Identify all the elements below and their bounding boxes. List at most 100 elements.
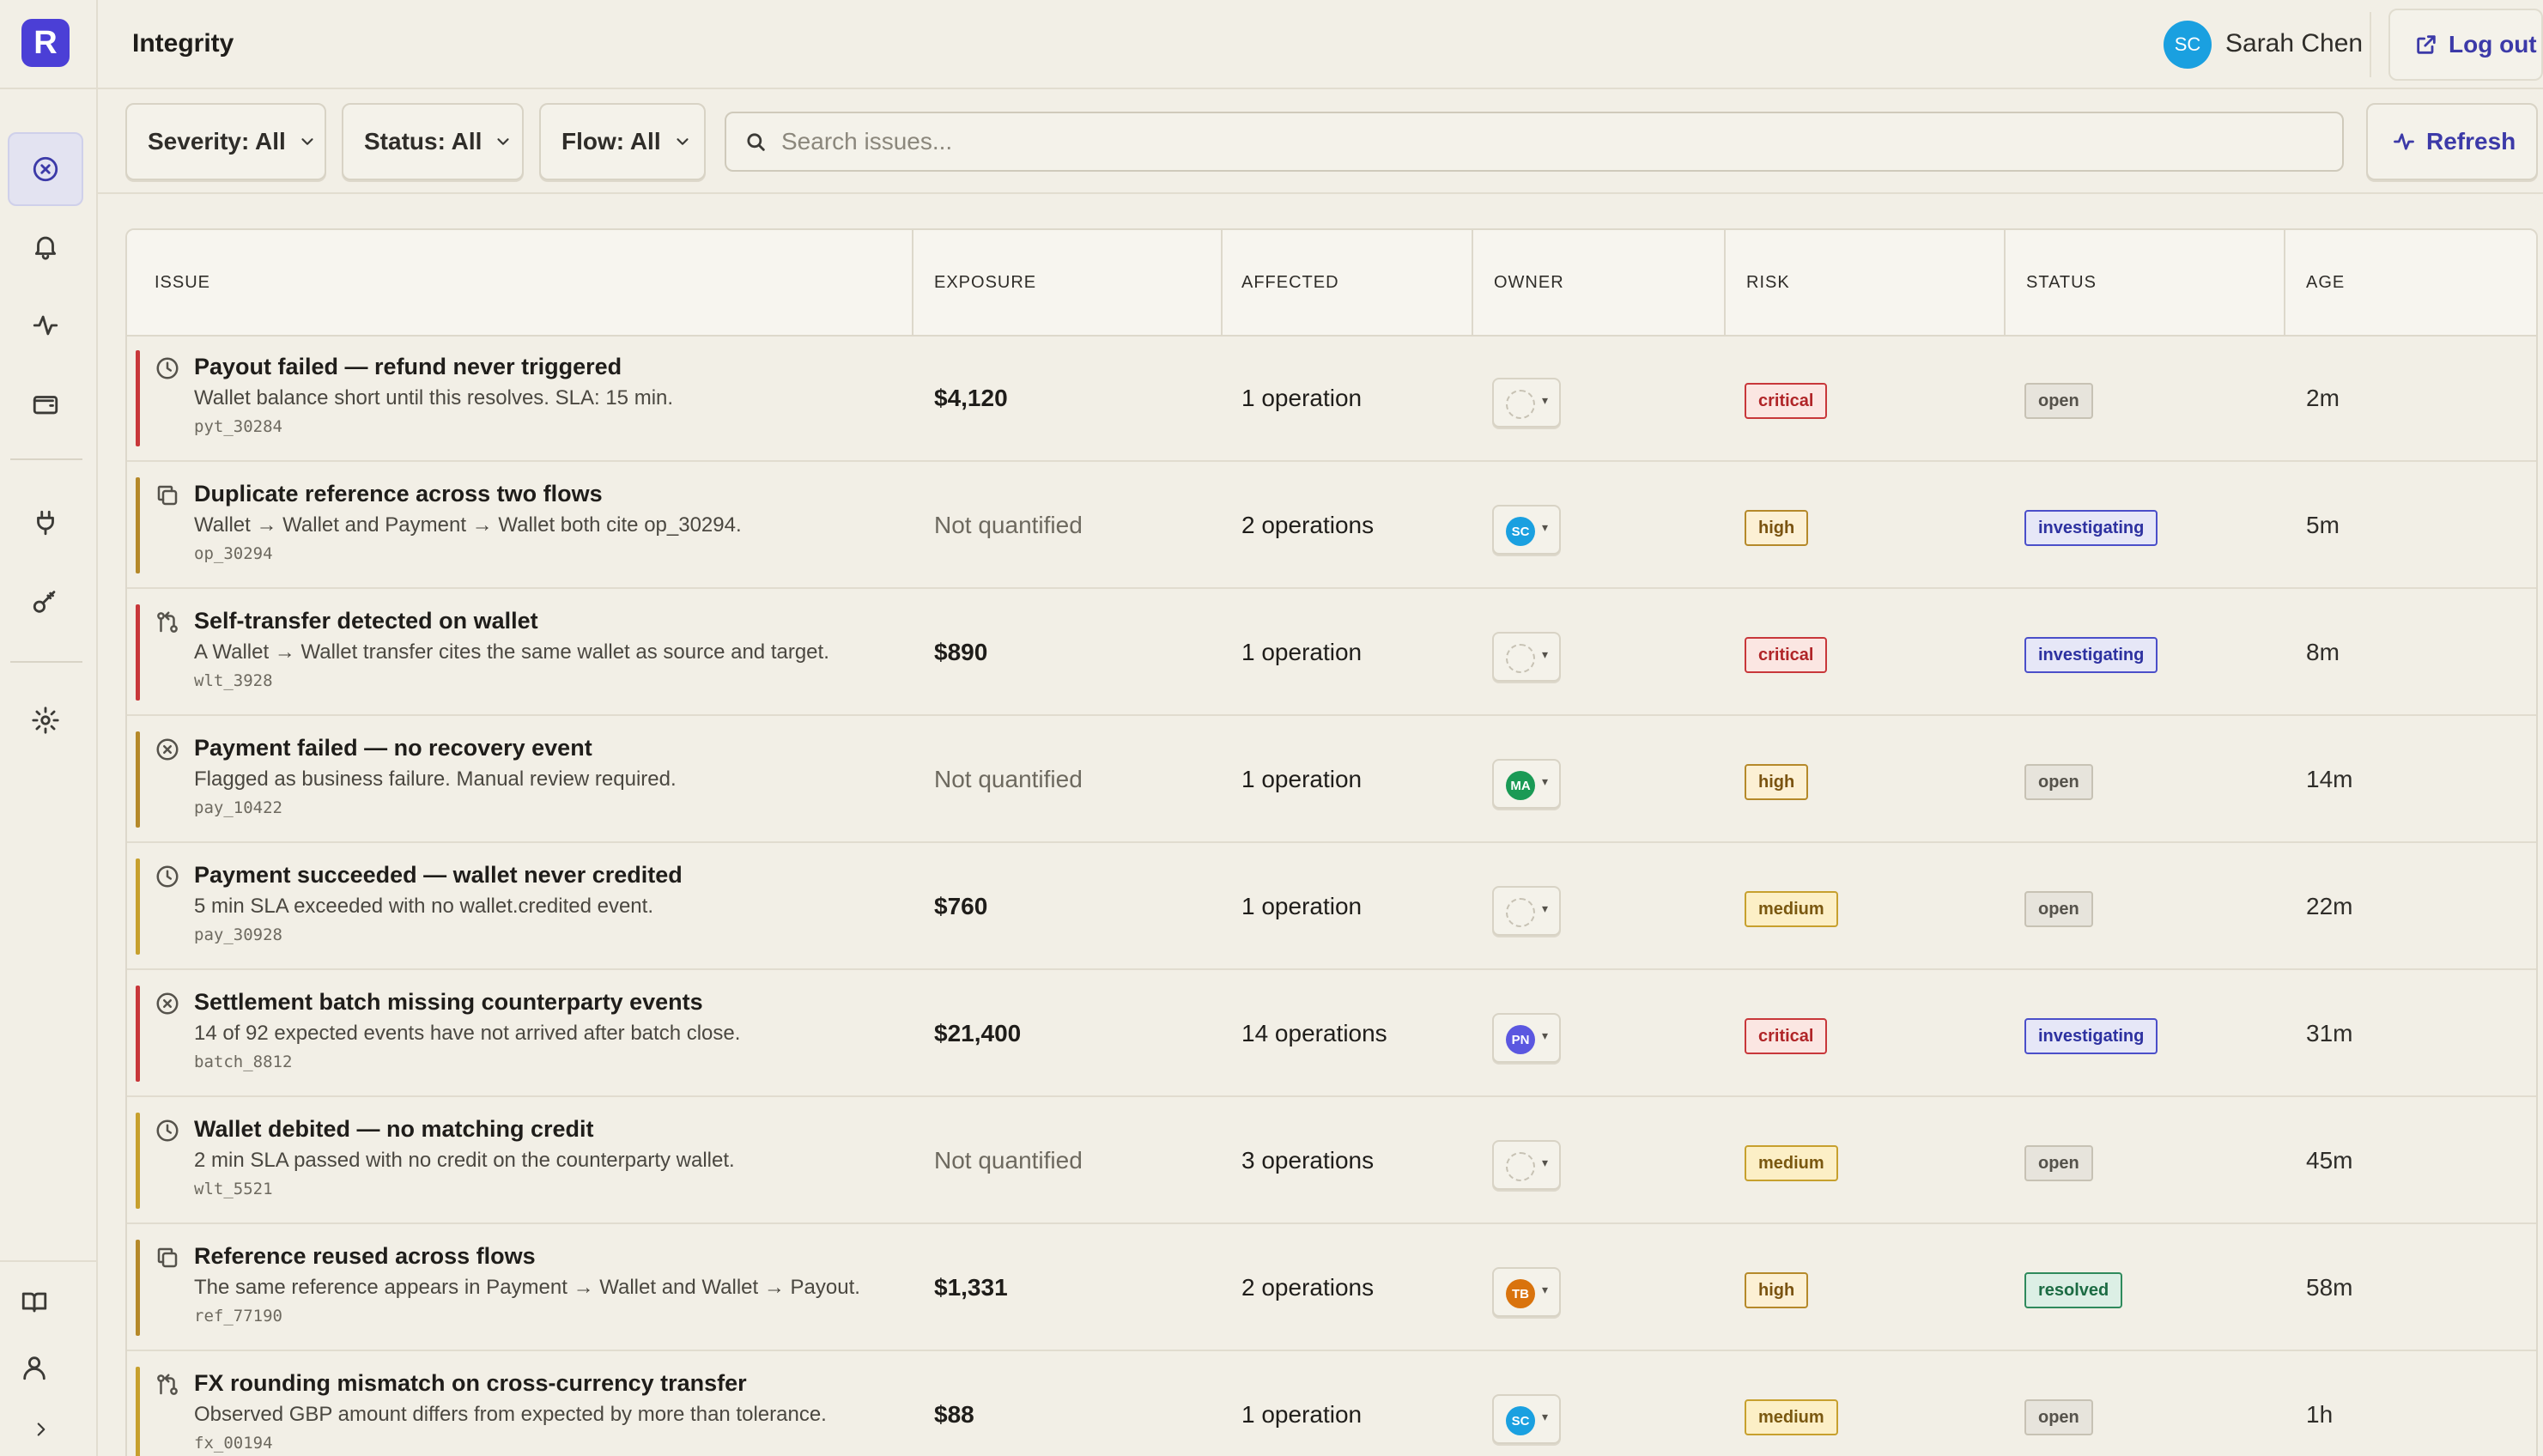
column-header-risk[interactable]: RISK: [1746, 273, 1790, 293]
issue-description: A Wallet → Wallet transfer cites the sam…: [194, 640, 829, 664]
issue-title[interactable]: Reference reused across flows: [194, 1243, 536, 1270]
issue-title[interactable]: Settlement batch missing counterparty ev…: [194, 989, 703, 1016]
column-header-owner[interactable]: OWNER: [1494, 273, 1564, 293]
status-filter[interactable]: Status: All: [342, 103, 524, 180]
issue-description: Observed GBP amount differs from expecte…: [194, 1403, 827, 1426]
owner-selector[interactable]: TB ▾: [1492, 1267, 1561, 1317]
top-header: Integrity SC Sarah Chen Log out: [98, 0, 2543, 89]
table-row[interactable]: Self-transfer detected on wallet A Walle…: [127, 591, 2536, 716]
issue-description: The same reference appears in Payment → …: [194, 1276, 860, 1299]
book-icon: [21, 1292, 47, 1313]
column-divider: [2284, 230, 2285, 337]
affected-count: 1 operation: [1241, 1401, 1363, 1428]
severity-bar: [136, 1367, 140, 1456]
affected-count: 1 operation: [1241, 639, 1363, 665]
affected-count: 2 operations: [1241, 1274, 1375, 1301]
owner-selector[interactable]: ▾: [1492, 378, 1561, 428]
issue-title[interactable]: Duplicate reference across two flows: [194, 481, 603, 507]
status-badge: resolved: [2024, 1272, 2123, 1308]
sidebar: R: [0, 0, 98, 1456]
status-badge: open: [2024, 1399, 2093, 1435]
table-row[interactable]: Payment failed — no recovery event Flagg…: [127, 718, 2536, 843]
sidebar-divider: [10, 661, 82, 663]
nav-profile[interactable]: [0, 1331, 69, 1404]
status-badge: open: [2024, 764, 2093, 800]
issue-description: Wallet → Wallet and Payment → Wallet bot…: [194, 513, 742, 537]
column-header-status[interactable]: STATUS: [2026, 273, 2097, 293]
refresh-button[interactable]: Refresh: [2366, 103, 2538, 180]
avatar[interactable]: SC: [2164, 21, 2212, 69]
owner-selector[interactable]: ▾: [1492, 886, 1561, 936]
search-box[interactable]: [725, 112, 2344, 172]
circle-x-icon: [155, 737, 180, 762]
column-header-exposure[interactable]: EXPOSURE: [934, 273, 1036, 293]
table-row[interactable]: Payment succeeded — wallet never credite…: [127, 845, 2536, 970]
severity-bar: [136, 477, 140, 573]
column-header-affected[interactable]: AFFECTED: [1241, 273, 1339, 293]
risk-badge: critical: [1745, 1018, 1828, 1054]
logout-button[interactable]: Log out: [2388, 9, 2543, 81]
issue-reference: ref_77190: [194, 1307, 282, 1326]
chevron-down-icon: [497, 138, 510, 145]
owner-selector[interactable]: MA ▾: [1492, 759, 1561, 809]
nav-alerts[interactable]: [8, 209, 83, 283]
caret-down-icon: ▾: [1542, 1028, 1549, 1042]
issue-title[interactable]: Payout failed — refund never triggered: [194, 354, 622, 380]
git-pull-icon: [155, 1372, 180, 1398]
nav-activity[interactable]: [8, 288, 83, 362]
table-row[interactable]: Reference reused across flows The same r…: [127, 1226, 2536, 1351]
owner-avatar: SC: [1506, 517, 1535, 546]
table-row[interactable]: Payout failed — refund never triggered W…: [127, 337, 2536, 462]
issue-description: Wallet balance short until this resolves…: [194, 386, 674, 410]
column-header-age[interactable]: AGE: [2306, 273, 2345, 293]
table-header: ISSUE EXPOSURE AFFECTED OWNER RISK STATU…: [127, 230, 2536, 337]
table-row[interactable]: Duplicate reference across two flows Wal…: [127, 464, 2536, 589]
owner-selector[interactable]: ▾: [1492, 632, 1561, 682]
severity-filter-label: Severity: All: [148, 128, 286, 155]
owner-selector[interactable]: PN ▾: [1492, 1013, 1561, 1063]
issue-title[interactable]: Wallet debited — no matching credit: [194, 1116, 594, 1143]
risk-badge: high: [1745, 764, 1809, 800]
table-row[interactable]: Wallet debited — no matching credit 2 mi…: [127, 1099, 2536, 1224]
issue-description: Flagged as business failure. Manual revi…: [194, 767, 677, 791]
user-name: Sarah Chen: [2225, 29, 2364, 58]
search-input[interactable]: [781, 128, 2241, 155]
caret-down-icon: ▾: [1542, 1283, 1549, 1296]
nav-integrations[interactable]: [8, 486, 83, 560]
issue-reference: wlt_5521: [194, 1180, 273, 1198]
nav-docs[interactable]: [0, 1265, 69, 1339]
sidebar-expand-button[interactable]: [7, 1408, 76, 1451]
logo-letter: R: [33, 24, 58, 61]
sidebar-divider: [0, 88, 98, 89]
issue-description: 5 min SLA exceeded with no wallet.credit…: [194, 895, 653, 918]
owner-selector[interactable]: SC ▾: [1492, 1394, 1561, 1444]
owner-selector[interactable]: ▾: [1492, 1140, 1561, 1190]
table-row[interactable]: Settlement batch missing counterparty ev…: [127, 972, 2536, 1097]
nav-issues[interactable]: [8, 132, 83, 206]
issue-title[interactable]: Payment succeeded — wallet never credite…: [194, 862, 683, 889]
table-row[interactable]: FX rounding mismatch on cross-currency t…: [127, 1353, 2536, 1456]
severity-filter[interactable]: Severity: All: [125, 103, 326, 180]
flow-filter[interactable]: Flow: All: [539, 103, 706, 180]
column-header-issue[interactable]: ISSUE: [155, 273, 210, 293]
age-value: 1h: [2306, 1401, 2334, 1428]
sidebar-divider: [0, 1260, 98, 1262]
caret-down-icon: ▾: [1542, 520, 1549, 534]
nav-wallets[interactable]: [8, 367, 83, 441]
exposure-value: $890: [934, 639, 988, 665]
nav-settings[interactable]: [8, 683, 83, 757]
severity-bar: [136, 1240, 140, 1336]
exposure-value: $21,400: [934, 1020, 1022, 1046]
owner-selector[interactable]: SC ▾: [1492, 505, 1561, 555]
logout-label: Log out: [2449, 31, 2537, 58]
owner-avatar: MA: [1506, 771, 1535, 800]
affected-count: 1 operation: [1241, 385, 1363, 411]
issue-title[interactable]: Payment failed — no recovery event: [194, 735, 592, 761]
clock-icon: [155, 355, 180, 381]
issue-title[interactable]: Self-transfer detected on wallet: [194, 608, 538, 634]
issue-description: 2 min SLA passed with no credit on the c…: [194, 1149, 735, 1172]
app-logo[interactable]: R: [21, 19, 70, 67]
nav-keys[interactable]: [8, 565, 83, 639]
issue-title[interactable]: FX rounding mismatch on cross-currency t…: [194, 1370, 747, 1397]
circle-x-icon: [33, 156, 58, 182]
